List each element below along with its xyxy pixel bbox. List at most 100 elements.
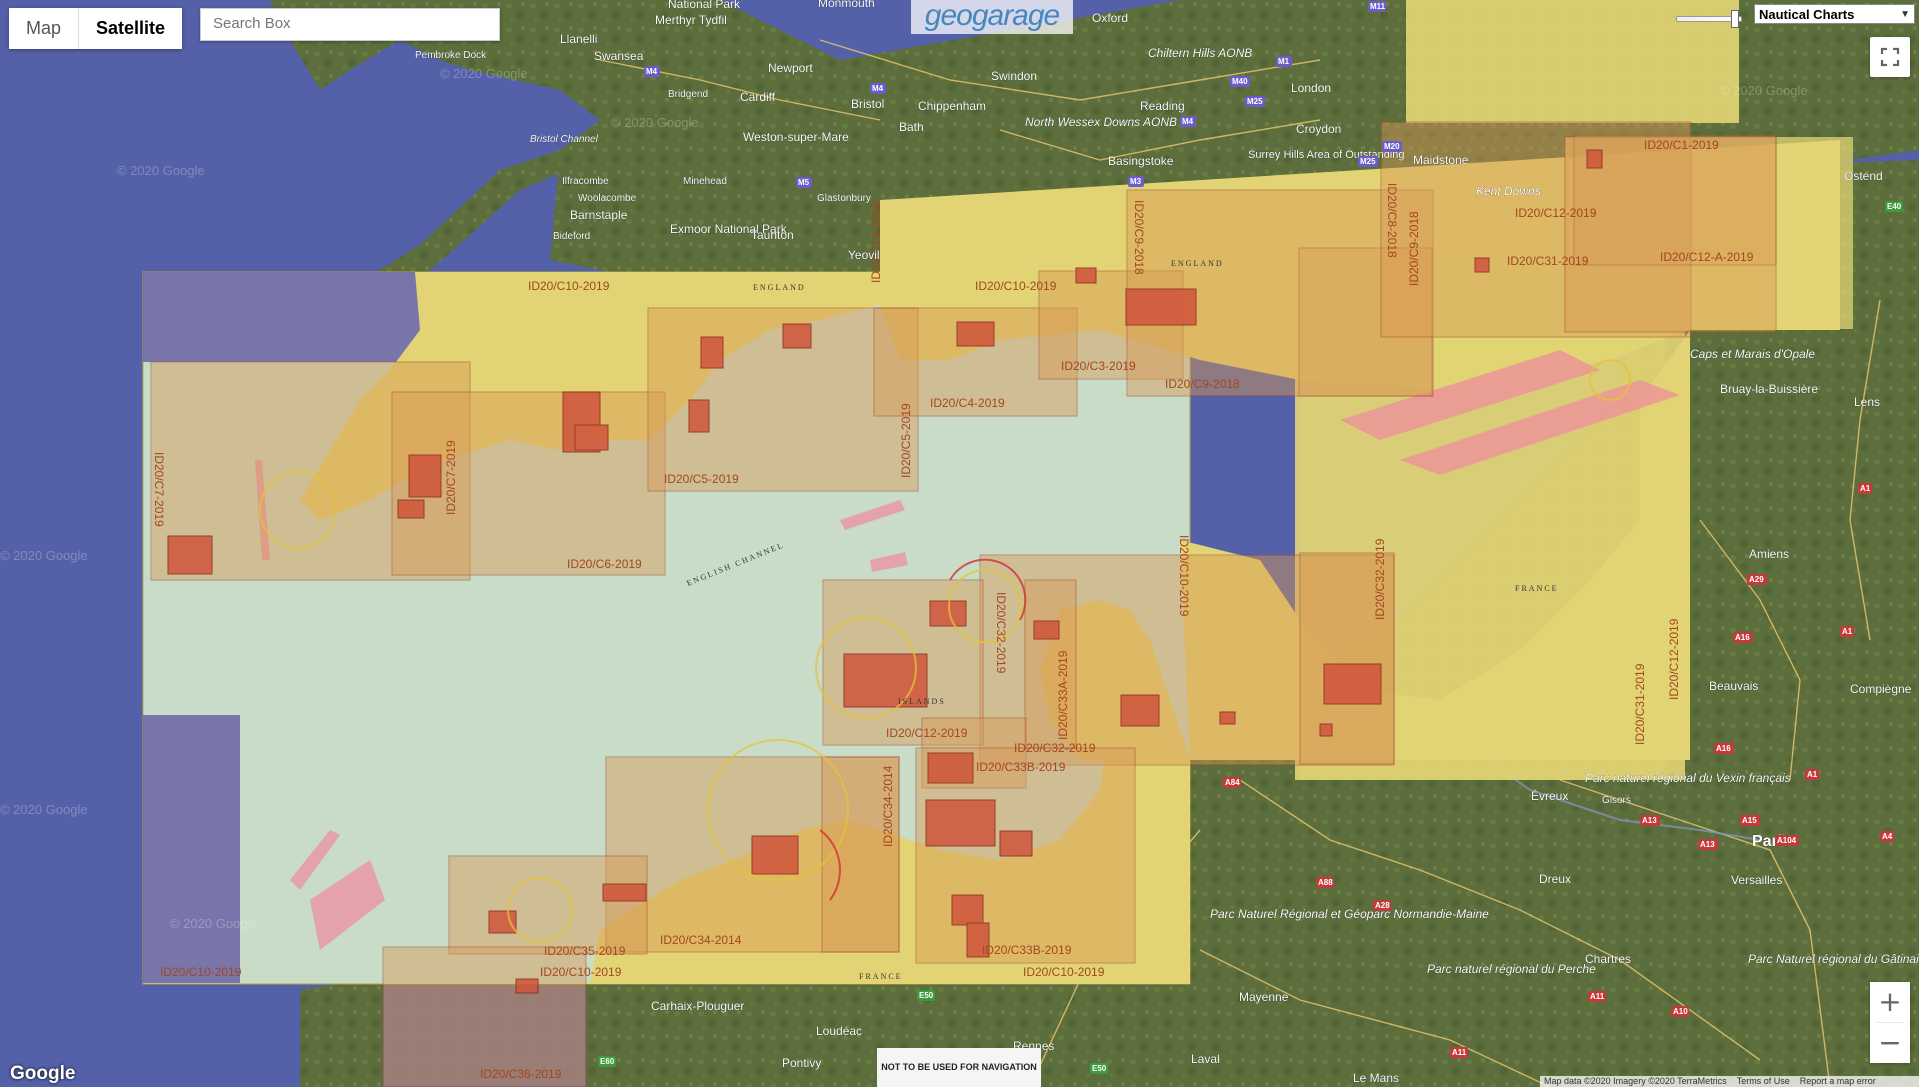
chart-label: ID20/C5-2019 — [664, 472, 739, 486]
chart-label: ID20/C32-2019 — [1373, 538, 1387, 620]
chart-text: ENGLAND — [1171, 259, 1224, 268]
terms-link[interactable]: Terms of Use — [1737, 1076, 1790, 1087]
chart-text: FRANCE — [859, 972, 903, 981]
svg-text:M20: M20 — [1384, 142, 1400, 151]
chart-label: ID20/C12-A-2019 — [1660, 250, 1754, 264]
chart-label: ID20/C10-2019 — [1177, 535, 1191, 617]
watermark: © 2020 Google — [170, 916, 258, 931]
place-label: Bruay-la-Buissière — [1720, 382, 1818, 396]
place-label: Pembroke Dock — [415, 50, 487, 61]
road-badge: M11 — [1368, 1, 1386, 12]
svg-text:A29: A29 — [1749, 575, 1764, 584]
place-label: Bath — [899, 120, 924, 134]
chart-label: ID20/C3-2019 — [1061, 359, 1136, 373]
road-badge: A4 — [1880, 831, 1894, 842]
svg-text:A11: A11 — [1590, 992, 1605, 1001]
place-label: Laval — [1191, 1052, 1220, 1066]
svg-text:M40: M40 — [1232, 77, 1248, 86]
svg-text:M4: M4 — [646, 67, 658, 76]
place-label: Yeovil — [848, 248, 880, 262]
report-error-link[interactable]: Report a map error — [1800, 1076, 1876, 1087]
road-badge: A1 — [1805, 769, 1819, 780]
watermark: © 2020 Google — [1720, 83, 1808, 98]
place-label: Ilfracombe — [562, 176, 609, 187]
overlay-selected-label: Nautical Charts — [1759, 7, 1855, 22]
place-label: Oxford — [1092, 11, 1128, 25]
road-badge: M40 — [1230, 76, 1250, 87]
svg-text:A84: A84 — [1225, 778, 1240, 787]
place-label: Maidstone — [1413, 153, 1469, 167]
overlay-select[interactable]: Nautical Charts ▼ — [1754, 4, 1915, 24]
place-label: Cardiff — [740, 90, 776, 104]
place-label: Surrey Hills Area of Outstanding — [1248, 149, 1405, 161]
road-badge: E40 — [1885, 201, 1903, 212]
svg-text:A1: A1 — [1860, 484, 1871, 493]
chart-label: ID20/C12-2019 — [886, 726, 968, 740]
road-badge: A104 — [1775, 835, 1799, 846]
place-label: Compiègne — [1850, 682, 1912, 696]
road-badge: A1 — [1858, 483, 1872, 494]
chart-label: ID20/C10-2019 — [528, 279, 610, 293]
svg-text:A16: A16 — [1735, 633, 1750, 642]
chart-label: ID20/C32-2019 — [1014, 741, 1096, 755]
svg-text:A88: A88 — [1318, 878, 1333, 887]
slider-thumb[interactable] — [1731, 10, 1739, 28]
satellite-button[interactable]: Satellite — [79, 8, 183, 49]
google-logo[interactable]: Google — [10, 1063, 75, 1085]
svg-text:M25: M25 — [1247, 97, 1263, 106]
road-badge: M25 — [1245, 96, 1265, 107]
place-label: Carhaix-Plouguer — [651, 999, 744, 1013]
place-label: Bideford — [553, 231, 590, 242]
chart-label: ID20/C10-2019 — [975, 279, 1057, 293]
zoom-in-button[interactable]: + — [1870, 982, 1910, 1022]
place-label: Chiltern Hills AONB — [1148, 46, 1252, 60]
map-button[interactable]: Map — [9, 8, 79, 49]
place-label: Basingstoke — [1108, 154, 1174, 168]
chart-text: FRANCE — [1515, 584, 1559, 593]
chart-label: ID20/C9-2018 — [1407, 211, 1421, 286]
road-badge: A16 — [1714, 743, 1734, 754]
chart-label: ID20/C5-2019 — [899, 403, 913, 478]
chart-label: ID20/C31-2019 — [1507, 254, 1589, 268]
place-label: Pontivy — [782, 1056, 821, 1070]
chart-label: ID20/C12-2019 — [869, 201, 883, 283]
svg-text:A28: A28 — [1375, 901, 1390, 910]
svg-text:M25: M25 — [1360, 157, 1376, 166]
chart-label: ID20/C34-2014 — [660, 933, 742, 947]
place-label: Weston-super-Mare — [743, 130, 849, 144]
search-input[interactable] — [201, 9, 505, 38]
road-badge: A11 — [1450, 1047, 1468, 1058]
road-badge: M4 — [870, 83, 886, 94]
place-label: Évreux — [1531, 788, 1568, 803]
zoom-out-button[interactable]: − — [1870, 1023, 1910, 1063]
road-badge: M3 — [1128, 176, 1144, 187]
place-label: Mayenne — [1239, 990, 1289, 1004]
map-type-control: Map Satellite — [9, 8, 183, 49]
fullscreen-button[interactable] — [1870, 37, 1910, 77]
chart-label: ID20/C10-2019 — [160, 965, 242, 979]
opacity-slider[interactable] — [1676, 10, 1742, 28]
search-box — [200, 8, 505, 41]
place-label: Reading — [1140, 99, 1185, 113]
place-label: Beauvais — [1709, 679, 1758, 693]
svg-text:M4: M4 — [872, 84, 884, 93]
chart-label: ID20/C33A-2019 — [1056, 650, 1070, 740]
svg-text:A16: A16 — [1716, 744, 1731, 753]
place-label: Bristol Channel — [530, 134, 599, 145]
svg-text:A4: A4 — [1882, 832, 1893, 841]
svg-text:E60: E60 — [600, 1057, 615, 1066]
place-label: Swindon — [991, 69, 1037, 83]
road-badge: M1 — [1276, 56, 1292, 67]
map-canvas[interactable]: ID20/C10-2019 ID20/C10-2019 ID20/C10-201… — [0, 0, 1919, 1087]
chart-label: ID20/C8-2018 — [1385, 183, 1399, 258]
place-label: Lens — [1854, 395, 1880, 409]
svg-text:A15: A15 — [1742, 816, 1757, 825]
place-label: National Park — [668, 0, 741, 11]
road-badge: M20 — [1382, 141, 1402, 152]
chart-label: ID20/C33B-2019 — [982, 943, 1072, 957]
place-label: Glastonbury — [817, 193, 871, 204]
chart-label: ID20/C32-2019 — [994, 592, 1008, 674]
place-label: London — [1291, 81, 1331, 95]
watermark: © 2020 Google — [611, 115, 699, 130]
place-label: Taunton — [751, 228, 794, 242]
